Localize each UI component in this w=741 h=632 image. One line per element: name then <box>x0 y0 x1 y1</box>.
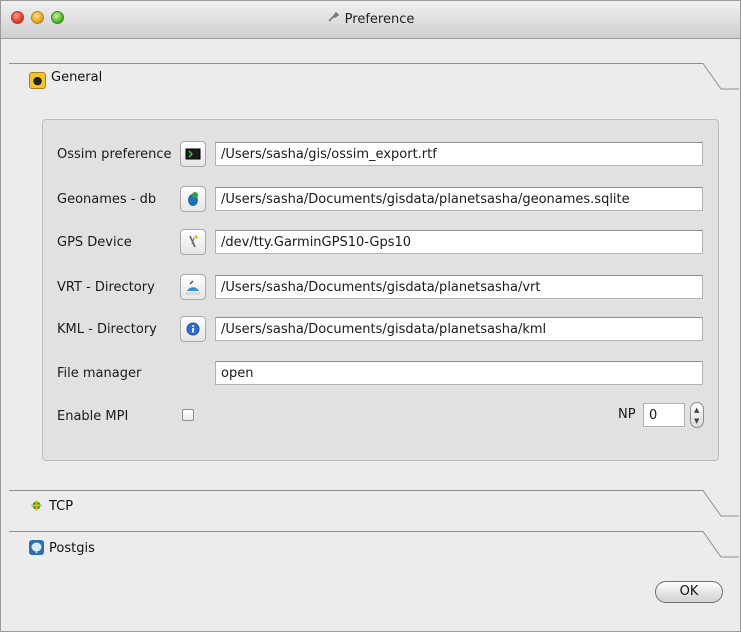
vrt-directory-label: VRT - Directory <box>57 280 155 295</box>
geonames-db-field[interactable]: /Users/sasha/Documents/gisdata/planetsas… <box>215 187 703 211</box>
elephant-icon <box>29 540 44 555</box>
ossim-preference-field[interactable]: /Users/sasha/gis/ossim_export.rtf <box>215 142 703 166</box>
np-spinbox-field[interactable]: 0 <box>643 403 685 427</box>
kml-directory-browse-button[interactable] <box>180 316 206 342</box>
ossim-preference-label: Ossim preference <box>57 147 172 162</box>
window-title-area: Preference <box>1 11 740 27</box>
section-divider-postgis <box>9 531 692 532</box>
title-bar: Preference <box>1 1 740 39</box>
vrt-directory-field[interactable]: /Users/sasha/Documents/gisdata/planetsas… <box>215 275 703 299</box>
geonames-db-browse-button[interactable] <box>180 186 206 212</box>
section-header-tcp[interactable]: TCP <box>29 498 73 514</box>
network-icon <box>29 498 44 513</box>
ossim-preference-browse-button[interactable] <box>180 141 206 167</box>
section-label-general: General <box>51 70 103 85</box>
gps-device-browse-button[interactable] <box>180 229 206 255</box>
database-icon <box>188 192 198 206</box>
terminal-icon <box>185 148 201 160</box>
info-icon <box>186 322 200 336</box>
vrt-directory-browse-button[interactable] <box>180 274 206 300</box>
enable-mpi-label: Enable MPI <box>57 409 129 424</box>
section-tab-edge-general <box>691 63 739 90</box>
section-header-postgis[interactable]: Postgis <box>29 540 95 556</box>
gps-device-label: GPS Device <box>57 235 132 250</box>
file-manager-field[interactable]: open <box>215 361 703 385</box>
section-tab-edge-tcp <box>691 490 739 517</box>
section-header-general[interactable]: ● General <box>29 70 102 89</box>
gps-device-field[interactable]: /dev/tty.GarminGPS10-Gps10 <box>215 230 703 254</box>
gdal-icon <box>186 280 200 295</box>
section-divider-general <box>9 63 692 64</box>
window-title: Preference <box>344 12 415 27</box>
wrench-icon <box>327 11 339 27</box>
chevron-up-icon[interactable]: ▲ <box>694 406 699 414</box>
general-section-icon: ● <box>29 72 46 89</box>
satellite-icon <box>189 235 198 248</box>
kml-directory-field[interactable]: /Users/sasha/Documents/gisdata/planetsas… <box>215 317 703 341</box>
section-label-postgis: Postgis <box>49 541 95 556</box>
kml-directory-label: KML - Directory <box>57 322 157 337</box>
enable-mpi-checkbox[interactable] <box>182 409 194 421</box>
ok-button[interactable]: OK <box>655 581 723 603</box>
section-divider-tcp <box>9 490 692 491</box>
chevron-down-icon[interactable]: ▼ <box>694 417 699 425</box>
file-manager-label: File manager <box>57 366 142 381</box>
geonames-db-label: Geonames - db <box>57 192 157 207</box>
section-label-tcp: TCP <box>49 499 74 514</box>
section-tab-edge-postgis <box>691 531 739 558</box>
np-label: NP <box>618 407 636 422</box>
np-stepper[interactable]: ▲ ▼ <box>690 402 704 428</box>
preference-window: Preference ● General Ossim preference /Us… <box>0 0 741 632</box>
